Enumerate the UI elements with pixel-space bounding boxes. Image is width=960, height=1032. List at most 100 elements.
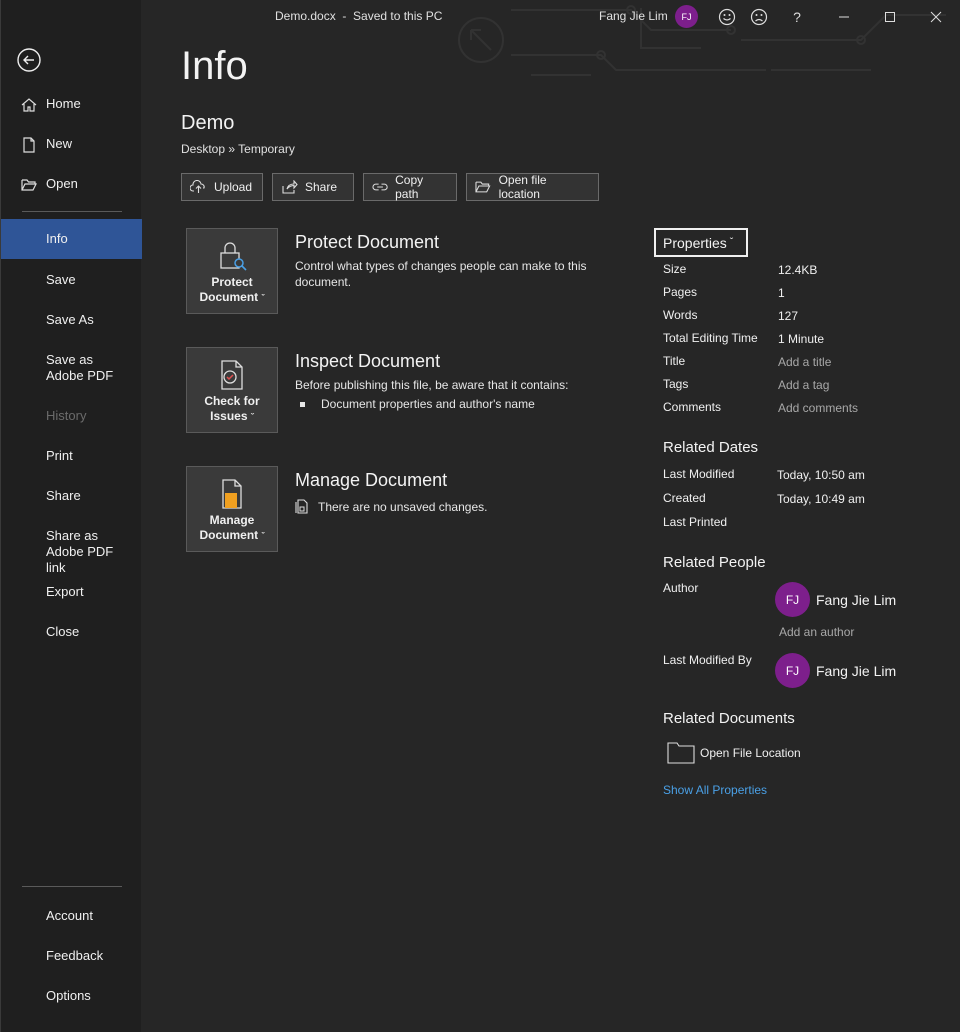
last-modified-by-name[interactable]: Fang Jie Lim: [816, 663, 896, 679]
share-button[interactable]: Share: [272, 173, 354, 201]
check-for-issues-button[interactable]: Check for Issues ˇ: [186, 347, 278, 433]
nav-close[interactable]: Close: [1, 624, 142, 640]
open-file-location-label: Open file location: [498, 173, 547, 201]
manage-document-button-text: Manage Document: [199, 513, 259, 542]
maximize-button[interactable]: [879, 6, 901, 28]
open-file-location-link-label: Open File Location: [700, 746, 801, 760]
show-all-properties-link[interactable]: Show All Properties: [663, 783, 767, 797]
nav-info-label: Info: [46, 231, 68, 246]
created-label: Created: [663, 491, 706, 505]
share-icon: [282, 180, 298, 194]
last-printed-label: Last Printed: [663, 515, 728, 529]
last-modified-by-avatar[interactable]: FJ: [775, 653, 810, 688]
chevron-down-icon: ˇ: [250, 412, 254, 422]
home-icon: [21, 98, 37, 112]
prop-words-value: 127: [778, 309, 799, 323]
nav-share-as-adobe-pdf-link[interactable]: Share as Adobe PDF link: [1, 528, 142, 576]
bullet-icon: [300, 402, 305, 408]
document-versions-icon: [295, 499, 308, 514]
nav-save-as[interactable]: Save As: [1, 312, 142, 328]
nav-new[interactable]: New: [1, 136, 142, 153]
created-value: Today, 10:49 am: [777, 492, 865, 506]
prop-title-label: Title: [663, 354, 686, 368]
account-name[interactable]: Fang Jie Lim: [599, 9, 668, 23]
nav-share[interactable]: Share: [1, 488, 142, 504]
nav-open-label: Open: [46, 176, 78, 191]
protect-document-title: Protect Document: [295, 232, 440, 252]
prop-tags-input[interactable]: Add a tag: [778, 378, 829, 392]
manage-document-title: Manage Document: [295, 470, 448, 490]
folder-icon: [667, 742, 695, 764]
inspect-bullet: Document properties and author's name: [300, 396, 610, 412]
nav-divider: [22, 211, 122, 212]
nav-home[interactable]: Home: [1, 96, 142, 112]
prop-size-label: Size: [663, 262, 687, 276]
prop-tags-label: Tags: [663, 377, 689, 391]
nav-divider-bottom: [22, 886, 122, 887]
open-file-location-button[interactable]: Open file location: [466, 173, 599, 201]
prop-comments-input[interactable]: Add comments: [778, 401, 858, 415]
new-document-icon: [23, 137, 35, 153]
author-label: Author: [663, 581, 699, 595]
back-arrow-icon: [17, 48, 41, 72]
maximize-icon: [885, 12, 895, 22]
author-name[interactable]: Fang Jie Lim: [816, 592, 896, 608]
backstage-sidebar: Home New Open Info Save Save As Save as …: [0, 0, 142, 1032]
close-icon: [930, 11, 942, 23]
nav-export[interactable]: Export: [1, 584, 142, 600]
chevron-down-icon: ˇ: [261, 531, 265, 541]
inspect-bullet-text: Document properties and author's name: [321, 397, 535, 411]
upload-label: Upload: [214, 180, 253, 194]
last-modified-value: Today, 10:50 am: [777, 468, 865, 482]
nav-share-as-adobe-pdf-link-label: Share as Adobe PDF link: [46, 528, 114, 575]
nav-feedback[interactable]: Feedback: [1, 948, 142, 964]
manage-document-button[interactable]: Manage Document ˇ: [186, 466, 278, 552]
send-smile-button[interactable]: [716, 6, 738, 28]
close-window-button[interactable]: [925, 6, 947, 28]
nav-save-as-label: Save As: [46, 312, 94, 327]
folder-open-icon: [21, 179, 37, 191]
open-file-location-link[interactable]: Open File Location: [667, 742, 801, 764]
nav-save[interactable]: Save: [1, 272, 142, 288]
protect-document-button-label: Protect Document ˇ: [187, 275, 277, 306]
protect-document-description: Control what types of changes people can…: [295, 259, 587, 289]
back-button[interactable]: [15, 46, 43, 74]
copy-path-label: Copy path: [395, 173, 424, 201]
document-name: Demo: [181, 112, 235, 134]
manage-document-icon: [222, 479, 242, 509]
nav-home-label: Home: [46, 96, 81, 111]
inspect-document-description: Before publishing this file, be aware th…: [295, 378, 569, 392]
prop-size-value: 12.4KB: [778, 263, 818, 277]
author-avatar[interactable]: FJ: [775, 582, 810, 617]
nav-account[interactable]: Account: [1, 908, 142, 924]
check-for-issues-button-label: Check for Issues ˇ: [187, 394, 277, 425]
manage-document-button-label: Manage Document ˇ: [187, 513, 277, 544]
nav-history-label: History: [46, 408, 87, 423]
upload-button[interactable]: Upload: [181, 173, 263, 201]
nav-info[interactable]: Info: [1, 219, 142, 259]
prop-editing-time-label: Total Editing Time: [663, 331, 758, 345]
prop-title-input[interactable]: Add a title: [778, 355, 831, 369]
protect-document-button[interactable]: Protect Document ˇ: [186, 228, 278, 314]
nav-options-label: Options: [46, 988, 91, 1003]
copy-path-button[interactable]: Copy path: [363, 173, 457, 201]
document-path-breadcrumb[interactable]: Desktop » Temporary: [181, 142, 295, 156]
related-people-heading: Related People: [663, 554, 766, 571]
prop-words-label: Words: [663, 308, 698, 322]
page-title: Info: [181, 44, 248, 88]
minimize-button[interactable]: [833, 6, 855, 28]
nav-open[interactable]: Open: [1, 176, 142, 192]
prop-comments-label: Comments: [663, 400, 722, 414]
nav-print[interactable]: Print: [1, 448, 142, 464]
properties-dropdown-button[interactable]: Properties ˇ: [654, 228, 748, 257]
window-title: Demo.docx - Saved to this PC: [275, 9, 443, 23]
folder-open-icon: [475, 181, 491, 193]
help-button[interactable]: ?: [786, 6, 808, 28]
nav-save-as-adobe-pdf[interactable]: Save as Adobe PDF: [1, 352, 142, 384]
prop-pages-label: Pages: [663, 285, 698, 299]
send-frown-button[interactable]: [748, 6, 770, 28]
account-avatar[interactable]: FJ: [675, 5, 698, 28]
nav-options[interactable]: Options: [1, 988, 142, 1004]
add-author-input[interactable]: Add an author: [779, 625, 854, 639]
chevron-down-icon: ˇ: [261, 293, 265, 303]
